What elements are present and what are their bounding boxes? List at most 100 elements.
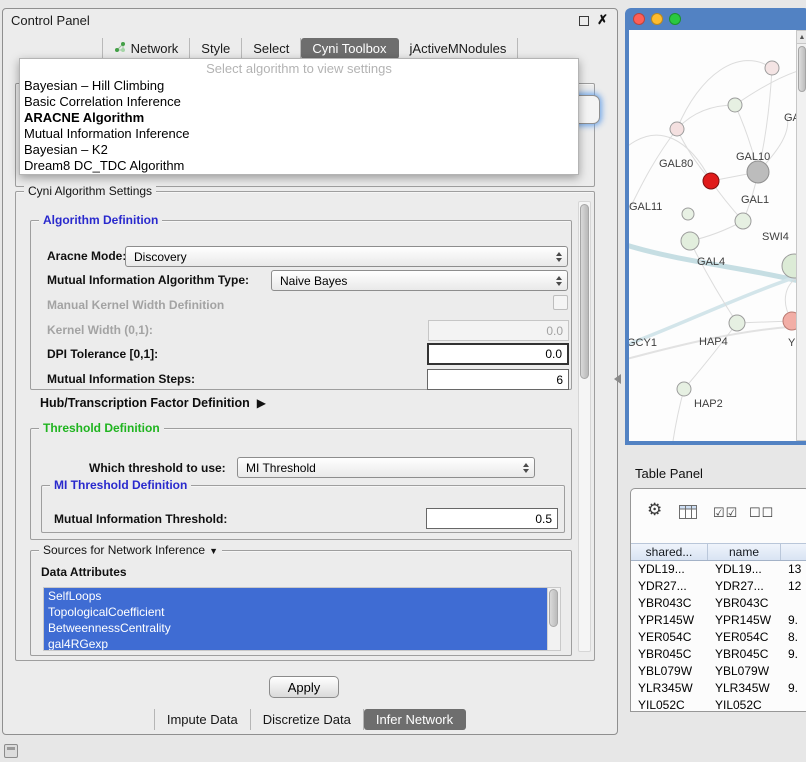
algorithm-option[interactable]: Bayesian – Hill Climbing [20, 78, 578, 94]
table-settings-gear-icon[interactable]: ⚙ [647, 500, 662, 520]
tab-style[interactable]: Style [190, 38, 242, 59]
tab-discretize-data[interactable]: Discretize Data [251, 709, 364, 730]
scrollbar-thumb[interactable] [798, 46, 806, 92]
network-nodes [670, 61, 796, 396]
node-selected-red [703, 173, 719, 189]
cell: YDR27... [631, 578, 708, 595]
node-label: GAL10 [736, 151, 770, 163]
sources-expander[interactable]: Sources for Network Inference ▼ [39, 543, 222, 558]
attribute-item-selected[interactable]: gal4RGexp [44, 636, 547, 651]
tab-network[interactable]: Network [102, 38, 191, 59]
attributes-scrollbar[interactable] [547, 588, 560, 650]
cell: YDL19... [631, 561, 708, 578]
algorithm-option[interactable]: Dream8 DC_TDC Algorithm [20, 158, 578, 174]
tab-impute-data[interactable]: Impute Data [154, 709, 251, 730]
algorithm-option[interactable]: Bayesian – K2 [20, 142, 578, 158]
sources-groupbox: Sources for Network Inference▼ Data Attr… [30, 550, 572, 656]
tab-cyni-toolbox[interactable]: Cyni Toolbox [301, 38, 398, 59]
node [677, 382, 691, 396]
table-row[interactable]: YLR345WYLR345W9. [631, 680, 806, 697]
column-header-name[interactable]: name [708, 544, 781, 560]
tab-infer-network[interactable]: Infer Network [364, 709, 466, 730]
manual-kernel-width-checkbox[interactable] [553, 295, 568, 310]
cell [781, 663, 806, 680]
zoom-window-icon[interactable] [669, 13, 681, 25]
table-row[interactable]: YBR045CYBR045C9. [631, 646, 806, 663]
selected-value: Naive Bayes [280, 274, 347, 288]
settings-scrollbar[interactable] [578, 201, 591, 652]
node [765, 61, 779, 75]
tab-jactivemodules[interactable]: jActiveMNodules [399, 38, 519, 59]
dpi-tolerance-field[interactable] [427, 343, 569, 365]
table-row[interactable]: YPR145WYPR145W9. [631, 612, 806, 629]
minimize-window-icon[interactable] [651, 13, 663, 25]
tab-label: Cyni Toolbox [312, 41, 386, 56]
kernel-width-label: Kernel Width (0,1): [47, 323, 153, 337]
node-label: GAL1 [741, 194, 769, 206]
cell: 9. [781, 646, 806, 663]
column-header-shared-name[interactable]: shared... [631, 544, 708, 560]
manual-kernel-width-label: Manual Kernel Width Definition [47, 298, 224, 312]
cell: YBR045C [708, 646, 781, 663]
close-icon[interactable]: ✗ [597, 12, 608, 28]
table-row[interactable]: YBR043CYBR043C [631, 595, 806, 612]
expand-down-icon: ▼ [209, 546, 218, 556]
table-row[interactable]: YIL052CYIL052C [631, 697, 806, 711]
node [670, 122, 684, 136]
close-window-icon[interactable] [633, 13, 645, 25]
cell: YBL079W [708, 663, 781, 680]
split-pane-collapse-icon[interactable] [614, 374, 621, 384]
algorithm-option[interactable]: Mutual Information Inference [20, 126, 578, 142]
table-row[interactable]: YBL079WYBL079W [631, 663, 806, 680]
network-canvas[interactable]: GAL80 GAL10 GAL11 GAL1 SWI4 GAL4 GCY1 HA… [629, 30, 796, 441]
scrollbar-thumb[interactable] [580, 204, 589, 379]
table-row[interactable]: YER054CYER054C8. [631, 629, 806, 646]
network-vertical-scrollbar[interactable]: ▲ [796, 30, 806, 441]
algorithm-option[interactable]: Basic Correlation Inference [20, 94, 578, 110]
tab-label: Select [253, 41, 289, 56]
mi-threshold-field[interactable] [426, 508, 558, 529]
mi-steps-label: Mutual Information Steps: [47, 372, 195, 386]
node-label: GAL4 [697, 256, 725, 268]
combo-arrows-icon [556, 276, 562, 286]
deselect-all-rows-icon[interactable]: ☐☐ [749, 503, 774, 523]
hub-definition-expander[interactable]: Hub/Transcription Factor Definition ▶ [40, 396, 266, 410]
apply-button[interactable]: Apply [269, 676, 339, 698]
attribute-item-selected[interactable]: BetweennessCentrality [44, 620, 547, 636]
table-row[interactable]: YDL19...YDL19...13 [631, 561, 806, 578]
bottom-tab-bar: Impute Data Discretize Data Infer Networ… [3, 709, 617, 730]
mi-algorithm-type-select[interactable]: Naive Bayes [271, 270, 568, 291]
show-columns-icon[interactable] [679, 504, 697, 524]
cell: YBR043C [708, 595, 781, 612]
node [729, 315, 745, 331]
float-window-icon[interactable] [579, 16, 589, 26]
table-row[interactable]: YDR27...YDR27...12 [631, 578, 806, 595]
aracne-mode-select[interactable]: Discovery [125, 246, 568, 267]
network-edges [629, 61, 796, 441]
which-threshold-select[interactable]: MI Threshold [237, 457, 535, 478]
column-header-clipped[interactable] [781, 544, 806, 560]
kernel-width-field[interactable] [428, 320, 569, 341]
node [728, 98, 742, 112]
node-label: SWI4 [762, 231, 789, 243]
attribute-item-selected[interactable]: TopologicalCoefficient [44, 604, 547, 620]
scroll-up-icon[interactable]: ▲ [797, 31, 806, 44]
tab-label: Style [201, 41, 230, 56]
attribute-item-selected[interactable]: SelfLoops [44, 588, 547, 604]
algorithm-option-selected[interactable]: ARACNE Algorithm [20, 110, 578, 126]
sources-title: Sources for Network Inference [43, 543, 205, 557]
select-all-rows-icon[interactable]: ☑☑ [713, 503, 738, 523]
node-salmon [783, 312, 796, 330]
groupbox-title: Algorithm Definition [39, 213, 162, 227]
table-panel-window: ⚙ ☑☑ ☐☐ shared... name YDL19...YDL19...1… [630, 488, 806, 712]
minimized-panel-icon[interactable] [4, 744, 18, 758]
mi-steps-field[interactable] [427, 369, 569, 390]
scrollbar-thumb[interactable] [549, 589, 558, 627]
cell: 9. [781, 612, 806, 629]
tab-select[interactable]: Select [242, 38, 301, 59]
table-body: YDL19...YDL19...13 YDR27...YDR27...12 YB… [631, 561, 806, 711]
selected-value: MI Threshold [246, 461, 316, 475]
cell: 13 [781, 561, 806, 578]
cell: YIL052C [708, 697, 781, 711]
cell: YER054C [631, 629, 708, 646]
